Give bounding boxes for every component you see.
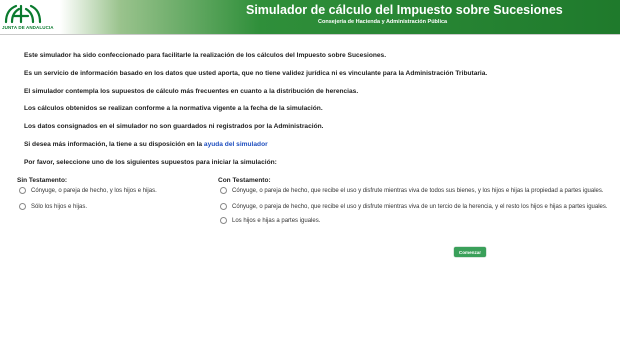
option-label: Cónyuge, o pareja de hecho, que recibe e… <box>232 203 608 210</box>
con-testamento-title: Con Testamento: <box>218 177 271 184</box>
option-label: Cónyuge, o pareja de hecho, y los hijos … <box>31 187 157 194</box>
page-title: Simulador de cálculo del Impuesto sobre … <box>246 3 563 17</box>
radio-button[interactable] <box>19 203 26 210</box>
option-con-hijos-iguales[interactable]: Los hijos e hijas a partes iguales. <box>220 217 320 224</box>
more-info-paragraph: Si desea más información, la tiene a su … <box>24 141 268 148</box>
option-label: Cónyuge, o pareja de hecho, que recibe e… <box>232 187 604 194</box>
select-instruction: Por favor, seleccione uno de los siguien… <box>24 159 277 166</box>
radio-button[interactable] <box>220 217 227 224</box>
option-sin-conyuge-hijos[interactable]: Cónyuge, o pareja de hecho, y los hijos … <box>19 187 157 194</box>
header-banner: JUNTA DE ANDALUCIA Simulador de cálculo … <box>0 0 620 34</box>
sin-testamento-title: Sin Testamento: <box>17 177 68 184</box>
intro-paragraph: Los datos consignados en el simulador no… <box>24 123 324 130</box>
more-info-text: Si desea más información, la tiene a su … <box>24 141 204 148</box>
option-label: Sólo los hijos e hijas. <box>31 203 88 210</box>
intro-paragraph: El simulador contempla los supuestos de … <box>24 88 359 95</box>
header-divider <box>0 34 620 35</box>
intro-paragraph: Este simulador ha sido confeccionado par… <box>24 52 387 59</box>
option-label: Los hijos e hijas a partes iguales. <box>232 217 321 224</box>
radio-button[interactable] <box>220 203 227 210</box>
option-con-usufructo-tercio[interactable]: Cónyuge, o pareja de hecho, que recibe e… <box>220 203 608 210</box>
logo-text: JUNTA DE ANDALUCIA <box>2 25 54 30</box>
page-subtitle: Consejería de Hacienda y Administración … <box>318 19 448 25</box>
radio-button[interactable] <box>220 187 227 194</box>
intro-paragraph: Es un servicio de información basado en … <box>24 70 488 77</box>
start-button[interactable]: Comenzar <box>454 247 486 257</box>
option-sin-solo-hijos[interactable]: Sólo los hijos e hijas. <box>19 203 87 210</box>
option-con-usufructo-total[interactable]: Cónyuge, o pareja de hecho, que recibe e… <box>220 187 604 194</box>
radio-button[interactable] <box>19 187 26 194</box>
intro-paragraph: Los cálculos obtenidos se realizan confo… <box>24 105 323 112</box>
help-link[interactable]: ayuda del simulador <box>204 141 268 148</box>
